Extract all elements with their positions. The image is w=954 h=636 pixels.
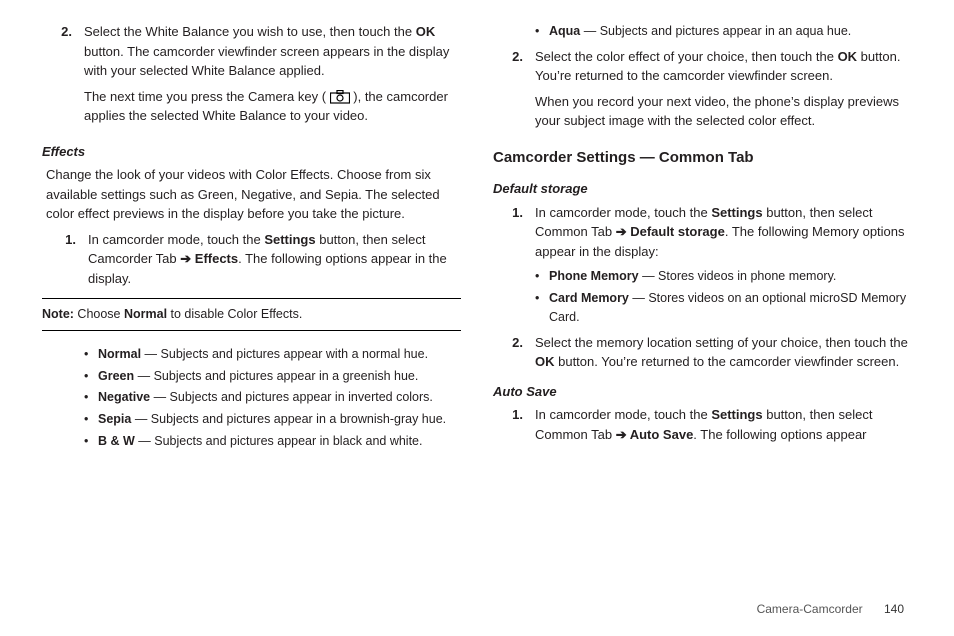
page-content: 2. Select the White Balance you wish to …	[0, 0, 954, 580]
bullet-icon: •	[535, 267, 549, 286]
list-item: 2. Select the color effect of your choic…	[493, 47, 912, 137]
bullet-icon: •	[84, 345, 98, 364]
page-footer: Camera-Camcorder 140	[757, 600, 904, 618]
step-number: 1.	[493, 203, 535, 262]
page-number: 140	[884, 602, 904, 616]
list-item: •Phone Memory — Stores videos in phone m…	[535, 267, 912, 286]
list-item: •Sepia — Subjects and pictures appear in…	[84, 410, 461, 429]
list-item: • Aqua — Subjects and pictures appear in…	[535, 22, 912, 41]
storage-options-list: •Phone Memory — Stores videos in phone m…	[535, 267, 912, 326]
list-item: •B & W — Subjects and pictures appear in…	[84, 432, 461, 451]
effects-paragraph: Change the look of your videos with Colo…	[46, 165, 461, 224]
list-item: 1. In camcorder mode, touch the Settings…	[493, 203, 912, 262]
left-column: 2. Select the White Balance you wish to …	[42, 22, 461, 580]
note-box: Note: Choose Normal to disable Color Eff…	[42, 298, 461, 331]
bullet-icon: •	[535, 289, 549, 327]
step-number: 2.	[42, 22, 84, 132]
step-body: Select the color effect of your choice, …	[535, 47, 912, 137]
step-number: 2.	[493, 333, 535, 372]
list-item: 1. In camcorder mode, touch the Settings…	[46, 230, 461, 289]
default-storage-heading: Default storage	[493, 179, 912, 199]
camera-icon	[330, 90, 350, 104]
section-label: Camera-Camcorder	[757, 602, 863, 616]
auto-save-heading: Auto Save	[493, 382, 912, 402]
list-item: 2. Select the White Balance you wish to …	[42, 22, 461, 132]
effects-options-list: •Normal — Subjects and pictures appear w…	[84, 345, 461, 451]
arrow-icon: ➔	[616, 427, 627, 442]
step-body: In camcorder mode, touch the Settings bu…	[535, 203, 912, 262]
step-number: 1.	[46, 230, 88, 289]
step-body: Select the memory location setting of yo…	[535, 333, 912, 372]
step-number: 2.	[493, 47, 535, 137]
arrow-icon: ➔	[180, 251, 191, 266]
arrow-icon: ➔	[616, 224, 627, 239]
list-item: •Card Memory — Stores videos on an optio…	[535, 289, 912, 327]
effects-options-list-cont: • Aqua — Subjects and pictures appear in…	[535, 22, 912, 41]
bullet-icon: •	[84, 367, 98, 386]
bullet-icon: •	[84, 410, 98, 429]
camcorder-settings-heading: Camcorder Settings — Common Tab	[493, 147, 912, 170]
bullet-icon: •	[84, 388, 98, 407]
bullet-icon: •	[84, 432, 98, 451]
list-item: 2. Select the memory location setting of…	[493, 333, 912, 372]
list-item: 1. In camcorder mode, touch the Settings…	[493, 405, 912, 444]
bullet-icon: •	[535, 22, 549, 41]
step-body: Select the White Balance you wish to use…	[84, 22, 461, 132]
step-number: 1.	[493, 405, 535, 444]
list-item: •Negative — Subjects and pictures appear…	[84, 388, 461, 407]
right-column: • Aqua — Subjects and pictures appear in…	[493, 22, 912, 580]
step-body: In camcorder mode, touch the Settings bu…	[535, 405, 912, 444]
effects-heading: Effects	[42, 142, 461, 162]
step-body: In camcorder mode, touch the Settings bu…	[88, 230, 461, 289]
list-item: •Green — Subjects and pictures appear in…	[84, 367, 461, 386]
list-item: •Normal — Subjects and pictures appear w…	[84, 345, 461, 364]
